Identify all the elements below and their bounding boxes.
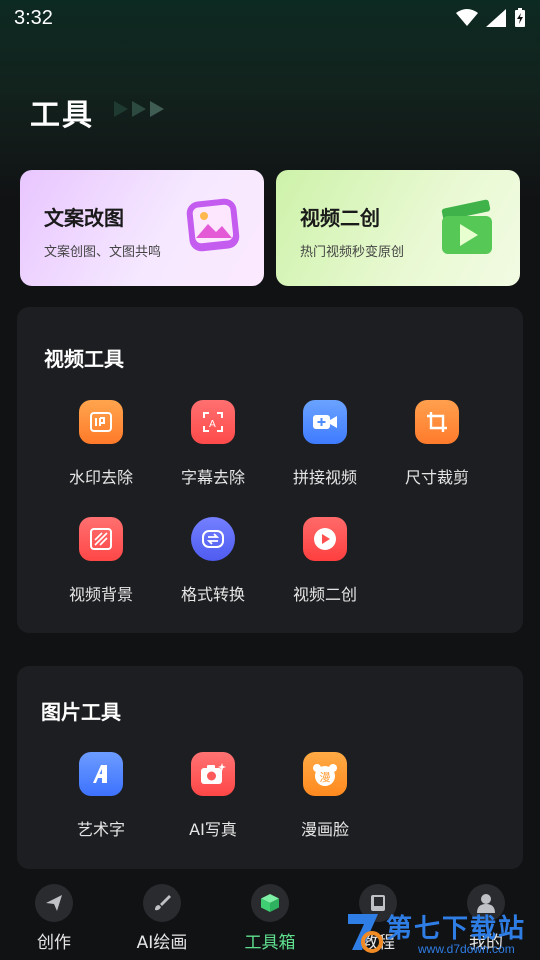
card-title: 视频工具 <box>44 347 124 371</box>
nav-item-create[interactable]: 创作 <box>0 880 108 960</box>
brush-icon <box>143 884 181 922</box>
promo-card-video-remix[interactable]: 视频二创 热门视频秒变原创 <box>276 170 520 286</box>
tool-ai-portrait[interactable]: AI写真 <box>157 752 269 840</box>
watermark-text: 第七下载站 <box>386 914 527 944</box>
tool-subtitle-remove[interactable]: A 字幕去除 <box>157 400 269 488</box>
nav-label: AI绘画 <box>136 933 188 953</box>
site-watermark: 第七下载站 www.d7down.com <box>340 906 540 960</box>
crop-icon <box>415 400 459 444</box>
status-bar: 3:32 <box>0 0 540 36</box>
tool-watermark-remove[interactable]: 水印去除 <box>45 400 157 488</box>
tool-art-text[interactable]: 艺术字 <box>45 752 157 840</box>
tool-crop[interactable]: 尺寸裁剪 <box>381 400 493 488</box>
promo-card-text-to-image[interactable]: 文案改图 文案创图、文图共鸣 <box>20 170 264 286</box>
format-convert-icon <box>191 517 235 561</box>
tool-label: 视频背景 <box>68 585 133 604</box>
tool-video-join[interactable]: 拼接视频 <box>269 400 381 488</box>
signal-icon <box>486 9 506 27</box>
tool-label: AI写真 <box>189 820 237 839</box>
subtitle-remove-icon: A <box>191 400 235 444</box>
nav-item-ai-painting[interactable]: AI绘画 <box>108 880 216 960</box>
status-time: 3:32 <box>14 6 53 29</box>
status-icons <box>456 8 526 28</box>
tool-label: 水印去除 <box>68 468 133 487</box>
tool-format-convert[interactable]: 格式转换 <box>157 517 269 605</box>
tool-label: 格式转换 <box>180 585 245 604</box>
paper-plane-icon <box>35 884 73 922</box>
ai-portrait-icon <box>191 752 235 796</box>
clapperboard-icon <box>441 199 492 254</box>
watermark-logo-icon <box>348 914 383 953</box>
tool-video-background[interactable]: 视频背景 <box>45 517 157 605</box>
video-join-icon <box>303 400 347 444</box>
tool-label: 拼接视频 <box>292 468 357 487</box>
battery-icon <box>515 8 525 27</box>
art-text-icon <box>79 752 123 796</box>
page-title: 工具 <box>30 98 94 133</box>
tool-comic-face[interactable]: 漫 漫画脸 <box>269 752 381 840</box>
tool-label: 视频二创 <box>292 585 357 604</box>
tool-label: 尺寸裁剪 <box>404 468 469 487</box>
comic-face-icon: 漫 <box>303 752 347 796</box>
nav-label: 创作 <box>37 933 71 953</box>
image-picture-icon <box>186 198 240 252</box>
title-arrows-icon <box>114 98 170 120</box>
toolbox-cube-icon <box>251 884 289 922</box>
video-tools-card: 视频工具 水印去除 A 字幕去除 拼接视频 尺寸裁剪 视频背景 格式转换 视频二… <box>17 307 523 633</box>
video-background-icon <box>79 517 123 561</box>
video-remix-icon <box>303 517 347 561</box>
tool-label: 艺术字 <box>76 820 125 839</box>
svg-text:A: A <box>209 419 216 430</box>
svg-text:漫: 漫 <box>320 770 331 784</box>
nav-item-toolbox[interactable]: 工具箱 <box>216 880 324 960</box>
wifi-icon <box>456 9 478 26</box>
tool-video-remix[interactable]: 视频二创 <box>269 517 381 605</box>
image-tools-card: 图片工具 艺术字 AI写真 漫 漫画脸 <box>17 666 523 869</box>
nav-label: 工具箱 <box>244 933 296 953</box>
watermark-remove-icon <box>79 400 123 444</box>
tool-label: 漫画脸 <box>300 820 349 839</box>
watermark-url: www.d7down.com <box>418 942 515 956</box>
card-title: 图片工具 <box>41 700 121 724</box>
tool-label: 字幕去除 <box>180 468 245 487</box>
